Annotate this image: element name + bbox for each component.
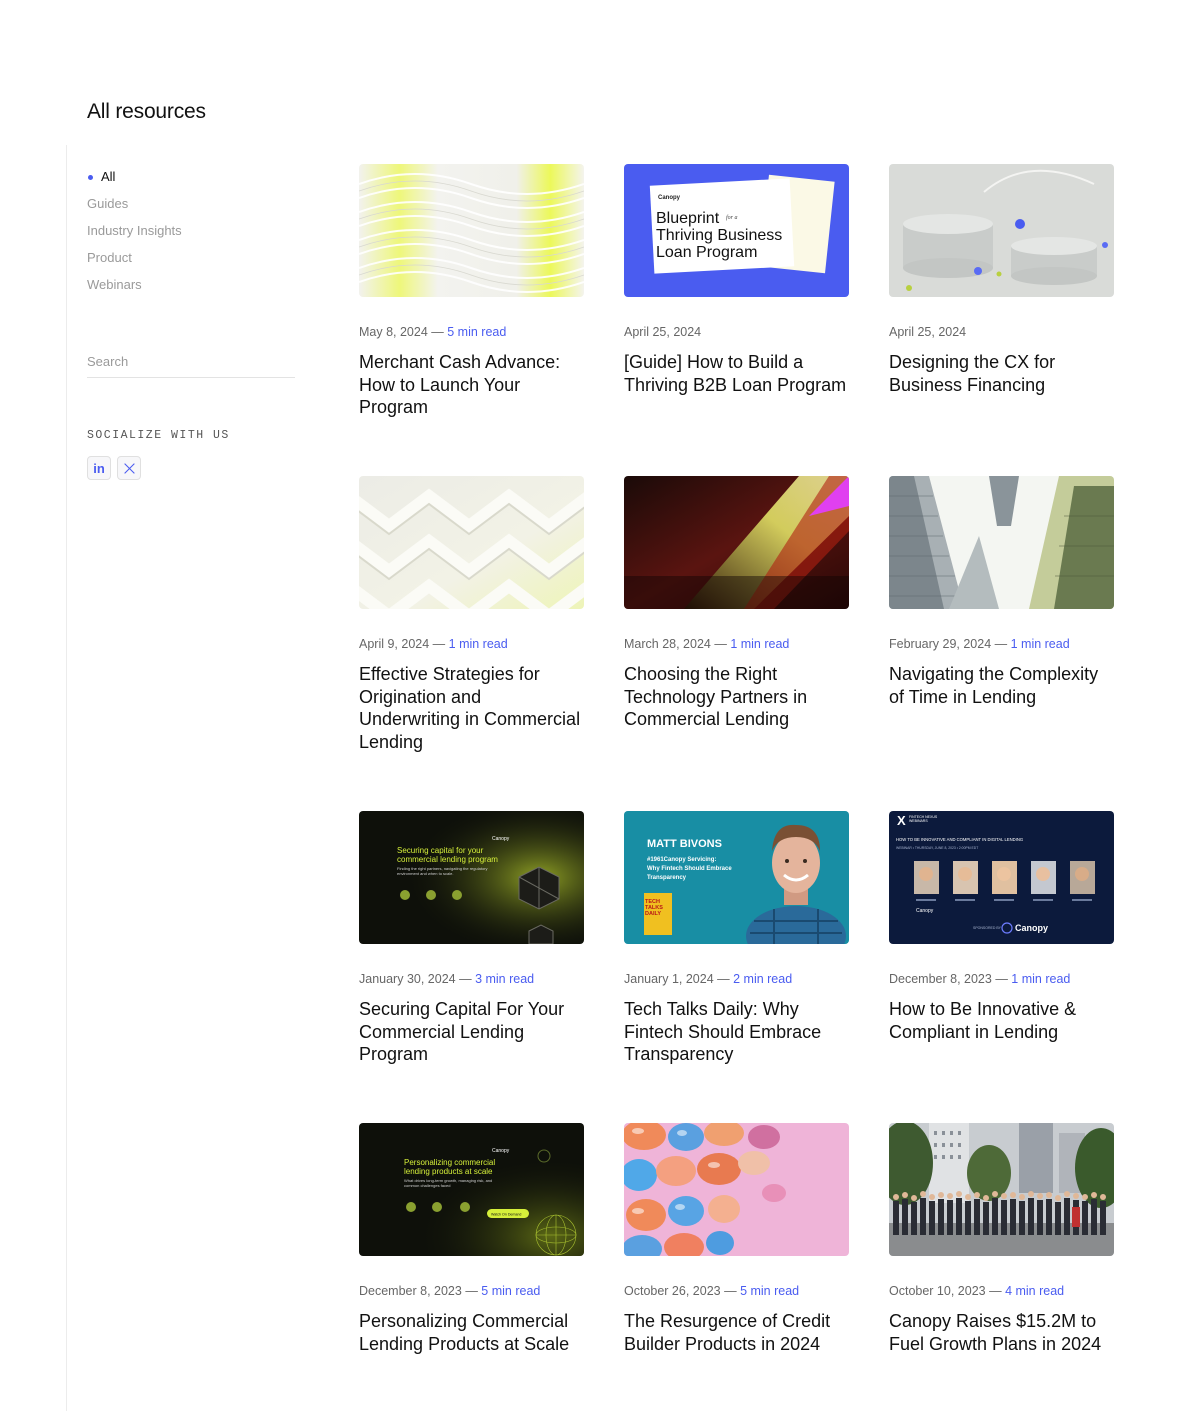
resource-card[interactable]: February 29, 2024 — 1 min read Navigatin… xyxy=(889,476,1114,708)
category-filter-list: All Guides Industry Insights Product Web… xyxy=(87,168,182,303)
filter-guides[interactable]: Guides xyxy=(87,195,182,222)
card-meta: April 25, 2024 xyxy=(889,325,967,339)
svg-text:Canopy: Canopy xyxy=(492,836,510,842)
resource-card[interactable]: Canopy Blueprint for a Thriving Business… xyxy=(624,164,849,396)
card-thumbnail xyxy=(359,164,584,297)
card-meta: January 30, 2024 — 3 min read xyxy=(359,972,535,986)
card-meta: May 8, 2024 — 5 min read xyxy=(359,325,507,339)
card-title: Tech Talks Daily: Why Fintech Should Emb… xyxy=(624,999,822,1064)
card-title: Securing Capital For Your Commercial Len… xyxy=(359,999,565,1064)
svg-text:Watch On Demand: Watch On Demand xyxy=(491,1213,521,1217)
team-photo-image xyxy=(889,1123,1114,1256)
linkedin-button[interactable]: in xyxy=(87,456,111,480)
filter-all[interactable]: All xyxy=(87,168,182,195)
card-meta: April 9, 2024 — 1 min read xyxy=(359,637,508,651)
card-meta: December 8, 2023 — 5 min read xyxy=(359,1284,541,1298)
woven-lattice-image xyxy=(359,476,584,609)
svg-text:for a: for a xyxy=(726,214,738,221)
card-thumb-line2: Thriving Business xyxy=(656,227,782,244)
card-title: Canopy Raises $15.2M to Fuel Growth Plan… xyxy=(889,1311,1102,1354)
filter-industry-insights[interactable]: Industry Insights xyxy=(87,222,182,249)
card-thumbnail xyxy=(624,1123,849,1256)
card-title: Effective Strategies for Origination and… xyxy=(359,664,581,752)
card-thumbnail xyxy=(359,476,584,609)
linkedin-icon: in xyxy=(93,460,105,476)
card-thumb-line1: Blueprint xyxy=(656,210,720,227)
resource-card[interactable]: October 10, 2023 — 4 min read Canopy Rai… xyxy=(889,1123,1114,1355)
sidebar-divider xyxy=(66,145,67,1411)
svg-text:SPONSORED BY: SPONSORED BY xyxy=(973,926,1002,930)
svg-text:HOW TO BE INNOVATIVE AND COMPL: HOW TO BE INNOVATIVE AND COMPLIANT IN DI… xyxy=(896,837,1023,842)
card-title: Designing the CX for Business Financing xyxy=(889,352,1056,395)
card-meta: April 25, 2024 xyxy=(624,325,702,339)
card-thumb-brand: Canopy xyxy=(658,195,681,201)
filter-webinars[interactable]: Webinars xyxy=(87,276,182,303)
svg-text:X: X xyxy=(897,813,906,828)
card-title: Navigating the Complexity of Time in Len… xyxy=(889,664,1099,707)
card-title: The Resurgence of Credit Builder Product… xyxy=(624,1311,831,1354)
piggy-banks-image xyxy=(624,1123,849,1256)
personalizing-lending-webinar-image: Canopy Personalizing commercial lending … xyxy=(359,1123,584,1256)
card-title: Personalizing Commercial Lending Product… xyxy=(359,1311,570,1354)
resource-card[interactable]: MATT BIVONS #1961Canopy Servicing: Why F… xyxy=(624,811,849,1066)
card-thumbnail: X FINTECH NEXUS WEBINARS HOW TO BE INNOV… xyxy=(889,811,1114,944)
resource-card[interactable]: March 28, 2024 — 1 min read Choosing the… xyxy=(624,476,849,731)
card-meta: March 28, 2024 — 1 min read xyxy=(624,637,790,651)
x-twitter-button[interactable] xyxy=(117,456,141,480)
tech-talks-daily-image: MATT BIVONS #1961Canopy Servicing: Why F… xyxy=(624,811,849,944)
x-icon xyxy=(123,462,135,474)
svg-text:Canopy: Canopy xyxy=(916,908,934,914)
resource-card[interactable]: Canopy Securing capital for your commerc… xyxy=(359,811,584,1066)
card-thumbnail xyxy=(889,476,1114,609)
resource-card[interactable]: X FINTECH NEXUS WEBINARS HOW TO BE INNOV… xyxy=(889,811,1114,1043)
card-thumbnail xyxy=(624,476,849,609)
svg-text:Personalizing commercial: Personalizing commercial xyxy=(404,1158,495,1167)
resource-card[interactable]: Canopy Personalizing commercial lending … xyxy=(359,1123,584,1355)
podium-cylinders-image xyxy=(889,164,1114,297)
search-input[interactable] xyxy=(87,350,295,372)
dark-gradient-image xyxy=(624,476,849,609)
card-meta: December 8, 2023 — 1 min read xyxy=(889,972,1071,986)
card-meta: October 10, 2023 — 4 min read xyxy=(889,1284,1065,1298)
filter-product[interactable]: Product xyxy=(87,249,182,276)
card-thumbnail: Canopy Securing capital for your commerc… xyxy=(359,811,584,944)
svg-text:Canopy: Canopy xyxy=(492,1148,510,1154)
card-thumbnail: Canopy Blueprint for a Thriving Business… xyxy=(624,164,849,297)
card-thumbnail xyxy=(889,1123,1114,1256)
card-meta: February 29, 2024 — 1 min read xyxy=(889,637,1070,651)
svg-text:lending products at scale: lending products at scale xyxy=(404,1167,493,1176)
search-box xyxy=(87,350,295,378)
svg-text:Securing capital for your: Securing capital for your xyxy=(397,846,484,855)
svg-text:WEBINAR • THURSDAY, JUNE 8, 20: WEBINAR • THURSDAY, JUNE 8, 2023 • 2:00P… xyxy=(896,846,978,850)
fintech-nexus-webinar-image: X FINTECH NEXUS WEBINARS HOW TO BE INNOV… xyxy=(889,811,1114,944)
social-heading: SOCIALIZE WITH US xyxy=(87,429,230,442)
card-thumbnail: MATT BIVONS #1961Canopy Servicing: Why F… xyxy=(624,811,849,944)
resource-card[interactable]: April 9, 2024 — 1 min read Effective Str… xyxy=(359,476,584,753)
abstract-waves-image xyxy=(359,164,584,297)
svg-text:commercial lending program: commercial lending program xyxy=(397,855,498,864)
social-links: in xyxy=(87,456,141,480)
resource-card[interactable]: April 25, 2024 Designing the CX for Busi… xyxy=(889,164,1114,396)
svg-text:Transparency: Transparency xyxy=(647,875,687,881)
card-meta: October 26, 2023 — 5 min read xyxy=(624,1284,800,1298)
page-title: All resources xyxy=(87,100,206,123)
svg-text:Why Fintech Should Embrace: Why Fintech Should Embrace xyxy=(647,866,732,872)
securing-capital-webinar-image: Canopy Securing capital for your commerc… xyxy=(359,811,584,944)
card-title: [Guide] How to Build a Thriving B2B Loan… xyxy=(624,352,847,395)
resource-card[interactable]: October 26, 2023 — 5 min read The Resurg… xyxy=(624,1123,849,1355)
card-thumb-line3: Loan Program xyxy=(656,244,757,261)
svg-text:#1961Canopy Servicing:: #1961Canopy Servicing: xyxy=(647,857,716,863)
blueprint-guide-image: Canopy Blueprint for a Thriving Business… xyxy=(624,164,849,297)
card-title: How to Be Innovative & Compliant in Lend… xyxy=(889,999,1077,1042)
card-meta: January 1, 2024 — 2 min read xyxy=(624,972,793,986)
resource-card[interactable]: May 8, 2024 — 5 min read Merchant Cash A… xyxy=(359,164,584,419)
card-title: Merchant Cash Advance: How to Launch You… xyxy=(359,352,561,417)
card-thumbnail: Canopy Personalizing commercial lending … xyxy=(359,1123,584,1256)
card-thumbnail xyxy=(889,164,1114,297)
skyscrapers-image xyxy=(889,476,1114,609)
svg-text:Canopy: Canopy xyxy=(1015,923,1048,933)
card-title: Choosing the Right Technology Partners i… xyxy=(624,664,808,729)
svg-text:MATT BIVONS: MATT BIVONS xyxy=(647,838,722,850)
